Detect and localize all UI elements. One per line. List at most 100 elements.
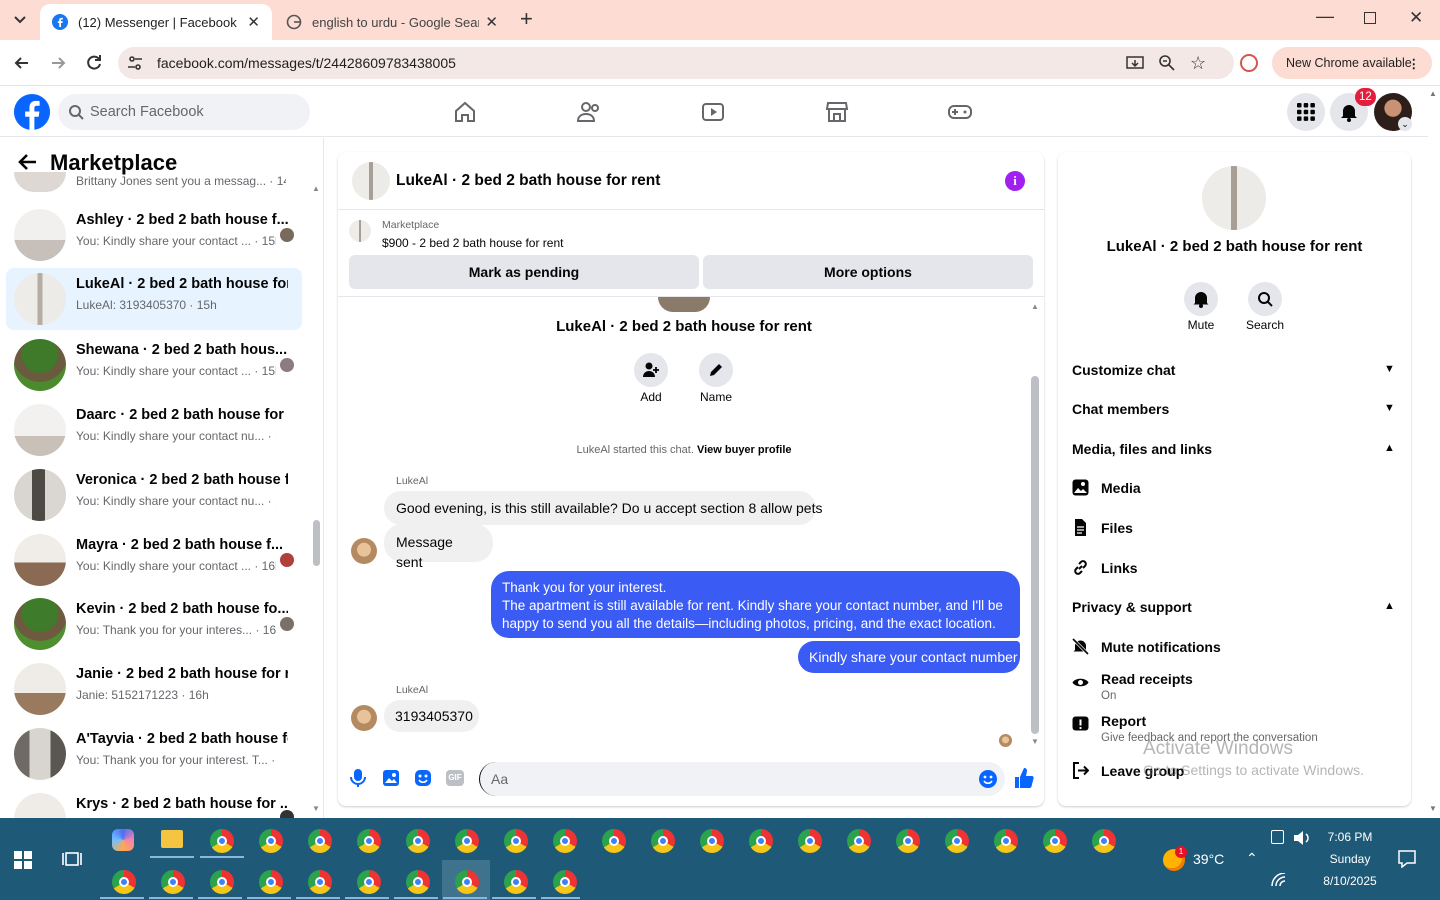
profile-icon[interactable] [1240, 54, 1258, 72]
gaming-nav-icon[interactable] [947, 99, 973, 125]
mark-as-pending-button[interactable]: Mark as pending [349, 255, 699, 289]
add-people-button[interactable] [634, 353, 668, 387]
task-view-icon[interactable] [62, 850, 82, 868]
home-nav-icon[interactable] [452, 99, 478, 125]
new-tab-icon[interactable]: + [520, 8, 533, 30]
message-bubble-outgoing[interactable]: Thank you for your interest. The apartme… [491, 571, 1020, 638]
name-chat-button[interactable] [699, 353, 733, 387]
scroll-up-icon[interactable]: ▲ [1429, 89, 1437, 98]
listing-description[interactable]: $900 - 2 bed 2 bath house for rent [382, 236, 563, 250]
conversation-item[interactable]: Shewana · 2 bed 2 bath hous... You: Kind… [6, 334, 302, 396]
page-scrollbar[interactable] [1428, 87, 1440, 818]
conversation-item[interactable]: A'Tayvia · 2 bed 2 bath house fo... You:… [6, 723, 302, 785]
chrome-taskbar-icon-active[interactable] [455, 870, 479, 894]
gif-icon[interactable]: GIF [446, 770, 464, 786]
chat-title[interactable]: LukeAl · 2 bed 2 bath house for rent [396, 172, 660, 190]
notification-center-icon[interactable] [1398, 850, 1416, 868]
tab-google-search[interactable]: english to urdu - Google Search ✕ [274, 4, 510, 40]
chrome-taskbar-icon[interactable] [259, 870, 283, 894]
conversation-item[interactable]: Veronica · 2 bed 2 bath house f... You: … [6, 464, 302, 526]
chrome-taskbar-icon[interactable] [651, 829, 675, 853]
new-chrome-available-button[interactable]: New Chrome available ⋮ [1272, 47, 1432, 79]
clock-day[interactable]: Sunday [1310, 852, 1390, 866]
scroll-down-icon[interactable]: ▼ [1429, 804, 1437, 813]
view-buyer-profile-link[interactable]: View buyer profile [697, 444, 792, 456]
chrome-taskbar-icon[interactable] [1043, 829, 1067, 853]
image-icon[interactable] [382, 769, 400, 787]
chat-members-section[interactable]: Chat members [1072, 401, 1169, 417]
chrome-taskbar-icon[interactable] [847, 829, 871, 853]
chrome-taskbar-icon[interactable] [994, 829, 1018, 853]
watch-nav-icon[interactable] [700, 99, 726, 125]
tray-chevron-up-icon[interactable]: ⌃ [1246, 850, 1258, 867]
conversation-item[interactable]: Daarc · 2 bed 2 bath house for r... You:… [6, 399, 302, 461]
message-bubble[interactable]: Good evening, is this still available? D… [384, 491, 822, 525]
message-bubble[interactable]: 3193405370 [384, 700, 479, 732]
site-info-icon[interactable] [126, 54, 144, 72]
chrome-taskbar-icon[interactable] [259, 829, 283, 853]
conversation-item[interactable]: Krys · 2 bed 2 bath house for ... [6, 788, 302, 818]
chrome-taskbar-icon[interactable] [504, 870, 528, 894]
files-item[interactable]: Files [1072, 519, 1133, 536]
menu-grid-button[interactable] [1287, 93, 1325, 131]
facebook-logo-icon[interactable] [13, 93, 51, 131]
maximize-icon[interactable] [1364, 12, 1376, 24]
sender-avatar[interactable] [351, 538, 377, 564]
chevron-up-icon[interactable]: ▲ [1384, 442, 1395, 454]
media-item[interactable]: Media [1072, 479, 1141, 496]
chrome-taskbar-icon[interactable] [308, 829, 332, 853]
device-icon[interactable] [1271, 830, 1284, 844]
chrome-taskbar-icon[interactable] [210, 829, 234, 853]
read-receipts-item[interactable]: Read receipts On [1072, 671, 1193, 702]
install-app-icon[interactable] [1126, 54, 1144, 72]
chrome-menu-icon[interactable]: ⋮ [1408, 56, 1421, 71]
close-tab-icon[interactable]: ✕ [485, 13, 498, 31]
thumbs-up-icon[interactable] [1014, 767, 1034, 789]
conversation-item-selected[interactable]: LukeAl · 2 bed 2 bath house for ... Luke… [6, 268, 302, 330]
message-bubble-outgoing[interactable]: Kindly share your contact number [798, 641, 1020, 673]
chrome-taskbar-icon[interactable] [112, 870, 136, 894]
chevron-down-icon[interactable]: ⌄ [1398, 117, 1412, 131]
scroll-up-icon[interactable]: ▲ [312, 184, 320, 193]
conversation-item[interactable]: Mayra · 2 bed 2 bath house f... You: Kin… [6, 529, 302, 591]
chrome-taskbar-icon[interactable] [406, 829, 430, 853]
chat-scrollbar[interactable] [1031, 376, 1039, 734]
close-tab-icon[interactable]: ✕ [247, 13, 260, 31]
chrome-taskbar-icon[interactable] [455, 829, 479, 853]
customize-chat-section[interactable]: Customize chat [1072, 362, 1175, 378]
zoom-icon[interactable] [1158, 54, 1176, 72]
media-files-links-section[interactable]: Media, files and links [1072, 441, 1212, 457]
chrome-taskbar-icon[interactable] [504, 829, 528, 853]
chrome-taskbar-icon[interactable] [1092, 829, 1116, 853]
more-options-button[interactable]: More options [703, 255, 1033, 289]
chrome-taskbar-icon[interactable] [161, 870, 185, 894]
clock-time[interactable]: 7:06 PM [1310, 830, 1390, 844]
sender-avatar[interactable] [351, 705, 377, 731]
sticker-icon[interactable] [414, 769, 432, 787]
conversation-item[interactable]: Kevin · 2 bed 2 bath house fo... You: Th… [6, 593, 302, 655]
chrome-taskbar-icon[interactable] [700, 829, 724, 853]
chrome-taskbar-icon[interactable] [357, 829, 381, 853]
chrome-taskbar-icon[interactable] [602, 829, 626, 853]
file-explorer-icon[interactable] [161, 830, 183, 848]
windows-start-icon[interactable] [14, 851, 32, 869]
microphone-icon[interactable] [350, 769, 366, 787]
facebook-search-input[interactable]: Search Facebook [58, 94, 310, 130]
conversation-item[interactable]: Ashley · 2 bed 2 bath house f... You: Ki… [6, 204, 302, 266]
chevron-down-icon[interactable]: ▼ [1384, 402, 1395, 414]
emoji-icon[interactable] [978, 769, 998, 789]
conversation-item[interactable]: Janie · 2 bed 2 bath house for re... Jan… [6, 658, 302, 720]
back-arrow-icon[interactable] [18, 152, 38, 172]
copilot-icon[interactable] [112, 829, 134, 851]
scroll-up-icon[interactable]: ▲ [1031, 302, 1039, 311]
chrome-taskbar-icon[interactable] [406, 870, 430, 894]
chrome-taskbar-icon[interactable] [749, 829, 773, 853]
chevron-down-icon[interactable]: ▼ [1384, 363, 1395, 375]
mute-notifications-item[interactable]: Mute notifications [1072, 638, 1221, 655]
url-text[interactable]: facebook.com/messages/t/2442860978343800… [157, 55, 456, 71]
chrome-taskbar-icon[interactable] [896, 829, 920, 853]
mute-button[interactable] [1184, 282, 1218, 316]
marketplace-nav-icon[interactable] [824, 99, 850, 125]
chrome-taskbar-icon[interactable] [798, 829, 822, 853]
chrome-taskbar-icon[interactable] [553, 870, 577, 894]
